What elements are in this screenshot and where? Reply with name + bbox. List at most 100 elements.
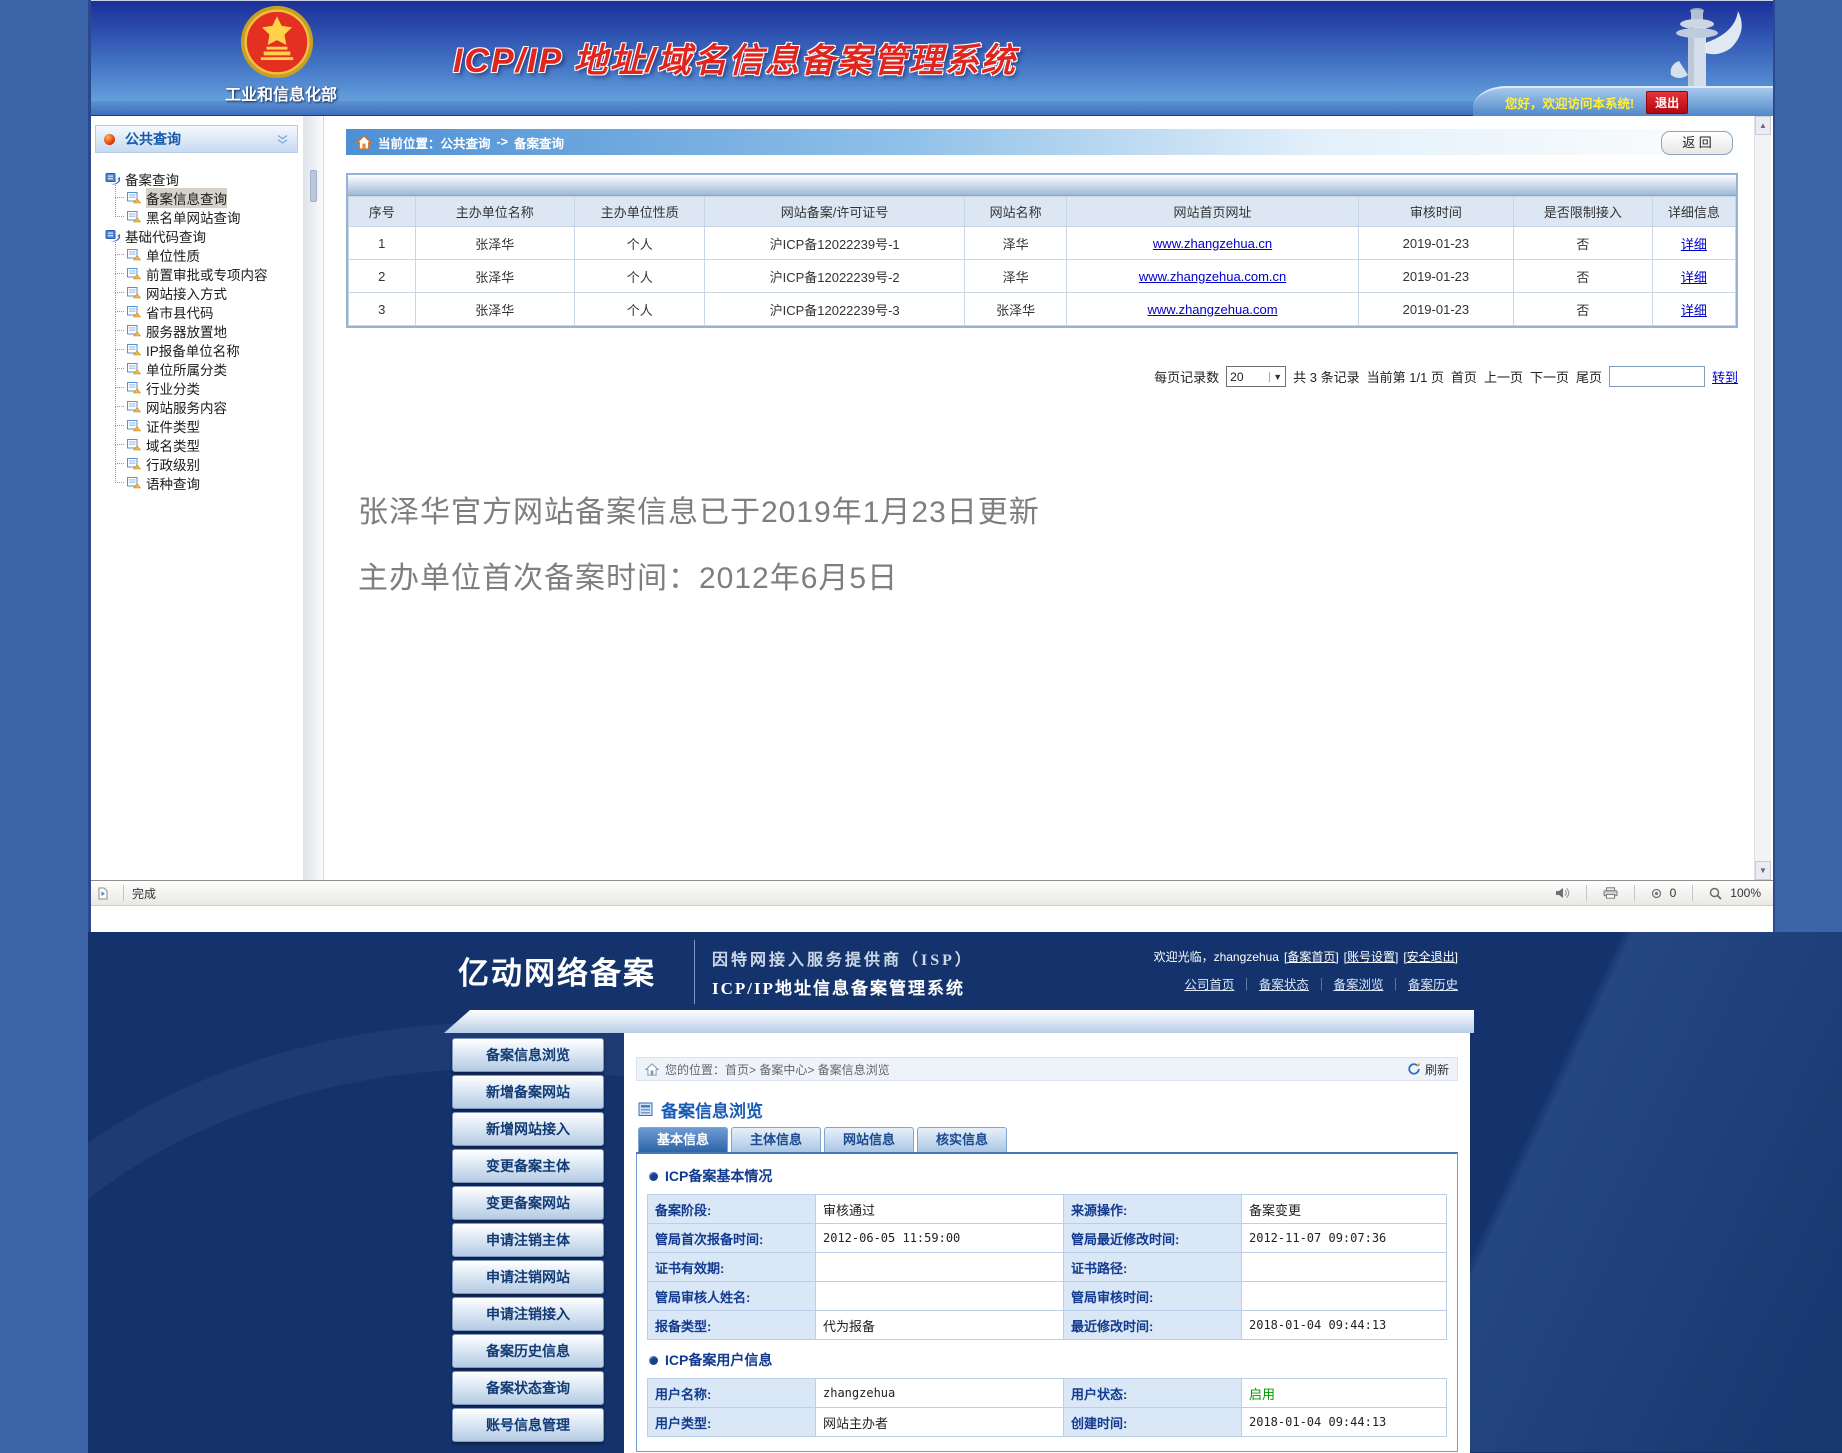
detail-link[interactable]: 详细 bbox=[1681, 270, 1707, 285]
back-button[interactable]: 返 回 bbox=[1661, 131, 1733, 155]
sidebar-item[interactable]: 黑名单网站查询 bbox=[105, 207, 303, 226]
field-label: 最近修改时间: bbox=[1064, 1311, 1242, 1340]
scroll-up-icon[interactable]: ▲ bbox=[1755, 116, 1771, 135]
miit-beian-window: 工业和信息化部 ICP/IP 地址/域名信息备案管理系统 bbox=[88, 0, 1775, 932]
sidebar-item[interactable]: 网站服务内容 bbox=[105, 397, 303, 416]
results-header-row: 序号主办单位名称主办单位性质网站备案/许可证号网站名称网站首页网址审核时间是否限… bbox=[349, 197, 1736, 227]
menu-button[interactable]: 变更备案主体 bbox=[452, 1149, 604, 1183]
sidebar-group[interactable]: 备案查询 bbox=[105, 169, 303, 188]
site-url-link[interactable]: www.zhangzehua.com.cn bbox=[1139, 269, 1286, 284]
menu-button[interactable]: 新增备案网站 bbox=[452, 1075, 604, 1109]
detail-panel: ICP备案基本情况备案阶段:审核通过来源操作:备案变更管局首次报备时间:2012… bbox=[636, 1152, 1458, 1452]
sidebar-item[interactable]: 单位性质 bbox=[105, 245, 303, 264]
menu-button[interactable]: 变更备案网站 bbox=[452, 1186, 604, 1220]
sidebar-item-label: IP报备单位名称 bbox=[146, 340, 240, 360]
tab-1[interactable]: 基本信息 bbox=[638, 1127, 728, 1152]
sidebar-item[interactable]: 行政级别 bbox=[105, 454, 303, 473]
site-url-link[interactable]: www.zhangzehua.cn bbox=[1153, 236, 1272, 251]
column-header: 主办单位名称 bbox=[415, 197, 575, 227]
next-page-button[interactable]: 下一页 bbox=[1530, 367, 1569, 386]
column-header: 网站备案/许可证号 bbox=[705, 197, 964, 227]
cell-site_name: 张泽华 bbox=[964, 293, 1067, 326]
breadcrumb: 当前位置：公共查询 -> 备案查询 bbox=[346, 129, 1738, 155]
field-label: 报备类型: bbox=[648, 1311, 816, 1340]
menu-button[interactable]: 申请注销主体 bbox=[452, 1223, 604, 1257]
field-label: 管局最近修改时间: bbox=[1064, 1224, 1242, 1253]
home-icon bbox=[356, 135, 372, 150]
tab-3[interactable]: 网站信息 bbox=[824, 1127, 914, 1152]
menu-button[interactable]: 新增网站接入 bbox=[452, 1112, 604, 1146]
account-link[interactable]: [账号设置] bbox=[1344, 948, 1399, 965]
section-title: ICP备案用户信息 bbox=[665, 1350, 772, 1370]
detail-link[interactable]: 详细 bbox=[1681, 303, 1707, 318]
last-page-button[interactable]: 尾页 bbox=[1576, 367, 1602, 386]
logout-button[interactable]: 退出 bbox=[1646, 91, 1688, 114]
sidebar-item[interactable]: 前置审批或专项内容 bbox=[105, 264, 303, 283]
sidebar-header[interactable]: 公共查询 bbox=[95, 125, 298, 153]
printer-icon[interactable] bbox=[1603, 887, 1618, 899]
sidebar-item[interactable]: 语种查询 bbox=[105, 473, 303, 492]
per-page-select[interactable]: 20 ▼ bbox=[1226, 366, 1286, 387]
refresh-button[interactable]: 刷新 bbox=[1407, 1061, 1449, 1078]
sidebar-item[interactable]: 行业分类 bbox=[105, 378, 303, 397]
sidebar-item-label: 网站服务内容 bbox=[146, 397, 227, 417]
column-header: 序号 bbox=[349, 197, 416, 227]
zoom-level[interactable]: 100% bbox=[1730, 886, 1761, 900]
chevron-down-icon[interactable] bbox=[276, 134, 289, 145]
footer-nav-link[interactable]: 公司首页 bbox=[1184, 974, 1234, 993]
results-table: 序号主办单位名称主办单位性质网站备案/许可证号网站名称网站首页网址审核时间是否限… bbox=[348, 196, 1736, 326]
sidebar-item-label: 网站接入方式 bbox=[146, 283, 227, 303]
page: 工业和信息化部 ICP/IP 地址/域名信息备案管理系统 bbox=[0, 0, 1842, 1453]
record-count: 0 bbox=[1670, 886, 1677, 900]
account-link[interactable]: [安全退出] bbox=[1403, 948, 1458, 965]
field-value: 2012-11-07 09:07:36 bbox=[1242, 1224, 1447, 1253]
speaker-icon[interactable] bbox=[1555, 887, 1570, 899]
sidebar-splitter[interactable] bbox=[303, 116, 324, 880]
sidebar-group-label: 备案查询 bbox=[125, 169, 179, 189]
vertical-scrollbar[interactable]: ▲ ▼ bbox=[1754, 116, 1771, 880]
cell-org_type: 个人 bbox=[575, 293, 705, 326]
field-label: 创建时间: bbox=[1064, 1408, 1242, 1437]
field-value: 代为报备 bbox=[816, 1311, 1064, 1340]
column-header: 网站名称 bbox=[964, 197, 1067, 227]
page-arrow-icon bbox=[127, 458, 141, 470]
magnifier-icon[interactable] bbox=[1709, 887, 1722, 900]
footer-nav-link[interactable]: 备案浏览 bbox=[1333, 974, 1383, 993]
sidebar-item[interactable]: 证件类型 bbox=[105, 416, 303, 435]
menu-button[interactable]: 申请注销接入 bbox=[452, 1297, 604, 1331]
sidebar-item[interactable]: 单位所属分类 bbox=[105, 359, 303, 378]
menu-button[interactable]: 申请注销网站 bbox=[452, 1260, 604, 1294]
sidebar-group[interactable]: 基础代码查询 bbox=[105, 226, 303, 245]
home-icon bbox=[645, 1063, 659, 1076]
footer-nav-link[interactable]: 备案状态 bbox=[1259, 974, 1309, 993]
cell-org: 张泽华 bbox=[415, 227, 575, 260]
goto-button[interactable]: 转到 bbox=[1712, 367, 1738, 386]
sidebar-item[interactable]: 省市县代码 bbox=[105, 302, 303, 321]
footer-nav-link[interactable]: 备案历史 bbox=[1408, 974, 1458, 993]
menu-button[interactable]: 账号信息管理 bbox=[452, 1408, 604, 1442]
scroll-down-icon[interactable]: ▼ bbox=[1755, 861, 1771, 880]
menu-button[interactable]: 备案状态查询 bbox=[452, 1371, 604, 1405]
first-page-button[interactable]: 首页 bbox=[1451, 367, 1477, 386]
page-arrow-icon bbox=[127, 439, 141, 451]
table-row: 2张泽华个人沪ICP备12022239号-2泽华www.zhangzehua.c… bbox=[349, 260, 1736, 293]
cell-seq: 2 bbox=[349, 260, 416, 293]
cell-url: www.zhangzehua.cn bbox=[1067, 227, 1358, 260]
sidebar-item[interactable]: 备案信息查询 bbox=[105, 188, 303, 207]
site-url-link[interactable]: www.zhangzehua.com bbox=[1148, 302, 1278, 317]
sidebar-item[interactable]: 服务器放置地 bbox=[105, 321, 303, 340]
account-link[interactable]: [备案首页] bbox=[1284, 948, 1339, 965]
sidebar-item[interactable]: 域名类型 bbox=[105, 435, 303, 454]
prev-page-button[interactable]: 上一页 bbox=[1484, 367, 1523, 386]
sidebar-item[interactable]: 网站接入方式 bbox=[105, 283, 303, 302]
tab-2[interactable]: 主体信息 bbox=[731, 1127, 821, 1152]
tab-4[interactable]: 核实信息 bbox=[917, 1127, 1007, 1152]
sidebar-item[interactable]: IP报备单位名称 bbox=[105, 340, 303, 359]
detail-link[interactable]: 详细 bbox=[1681, 237, 1707, 252]
splitter-grip-icon[interactable] bbox=[310, 170, 317, 202]
menu-button[interactable]: 备案信息浏览 bbox=[452, 1038, 604, 1072]
menu-button[interactable]: 备案历史信息 bbox=[452, 1334, 604, 1368]
section-header: ICP备案用户信息 bbox=[649, 1350, 1445, 1370]
goto-page-input[interactable] bbox=[1609, 366, 1705, 387]
nav-separator: ｜ bbox=[1315, 974, 1328, 993]
